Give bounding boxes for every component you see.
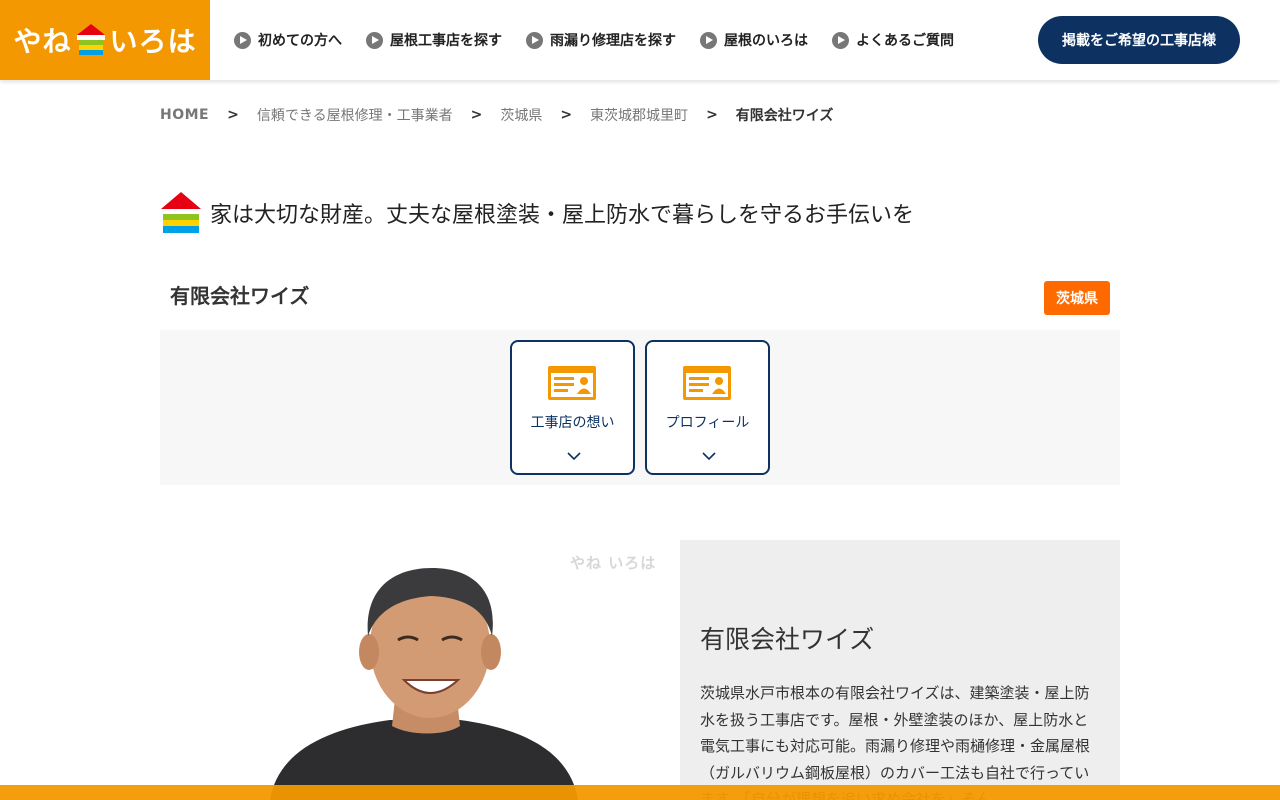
breadcrumb-separator: >	[560, 107, 573, 123]
tab-profile[interactable]: プロフィール	[645, 340, 770, 475]
play-circle-icon	[366, 31, 383, 49]
nav-label: 屋根工事店を探す	[390, 33, 502, 49]
section-tab-panel: 工事店の想い プロフィール	[160, 330, 1120, 485]
nav-label: 雨漏り修理店を探す	[550, 33, 676, 49]
tab-label: プロフィール	[665, 415, 750, 431]
play-circle-icon	[832, 31, 849, 49]
nav-label: よくあるご質問	[856, 33, 954, 49]
owner-photo: やね いろは	[160, 540, 680, 800]
house-icon	[161, 192, 201, 233]
chevron-down-icon	[567, 452, 581, 461]
play-circle-icon	[700, 31, 717, 49]
nav-item-beginners[interactable]: 初めての方へ	[234, 30, 342, 50]
house-logo-icon	[76, 24, 105, 55]
play-circle-icon	[234, 31, 251, 49]
nav-item-find-roofer[interactable]: 屋根工事店を探す	[366, 30, 502, 50]
site-logo[interactable]: やね いろは	[0, 0, 210, 80]
bottom-accent-bar	[0, 785, 1280, 800]
intro-description: 茨城県水戸市根本の有限会社ワイズは、建築塗装・屋上防水を扱う工事店です。屋根・外…	[700, 684, 1091, 800]
nav-label: 屋根のいろは	[724, 33, 808, 49]
site-header: やね いろは 初めての方へ 屋根工事店を探す 雨漏り修理店を探す 屋根のいろは	[0, 0, 1280, 80]
profile-card-icon	[683, 366, 731, 400]
breadcrumb-trusted-roofers[interactable]: 信頼できる屋根修理・工事業者	[257, 105, 453, 125]
listing-request-button[interactable]: 掲載をご希望の工事店様	[1038, 16, 1240, 64]
prefecture-badge: 茨城県	[1044, 281, 1110, 315]
breadcrumb-home[interactable]: HOME	[160, 107, 209, 123]
logo-text-left: やね	[13, 25, 72, 58]
main-nav: 初めての方へ 屋根工事店を探す 雨漏り修理店を探す 屋根のいろは よくあるご質問	[234, 0, 954, 80]
play-circle-icon	[526, 31, 543, 49]
company-name: 有限会社ワイズ	[170, 284, 310, 308]
profile-card-icon	[548, 366, 596, 400]
nav-item-roof-basics[interactable]: 屋根のいろは	[700, 30, 808, 50]
company-tagline: 家は大切な財産。丈夫な屋根塗装・屋上防水で暮らしを守るお手伝いを	[160, 191, 914, 235]
breadcrumb-town[interactable]: 東茨城郡城里町	[590, 105, 688, 125]
nav-item-faq[interactable]: よくあるご質問	[832, 30, 954, 50]
breadcrumb-separator: >	[706, 107, 718, 123]
nav-item-find-leak-repair[interactable]: 雨漏り修理店を探す	[526, 30, 676, 50]
tab-craftsman-thoughts[interactable]: 工事店の想い	[510, 340, 635, 475]
chevron-down-icon	[702, 452, 716, 461]
intro-title: 有限会社ワイズ	[700, 625, 875, 654]
company-intro-box: 有限会社ワイズ 茨城県水戸市根本の有限会社ワイズは、建築塗装・屋上防水を扱う工事…	[680, 540, 1120, 800]
breadcrumb: HOME > 信頼できる屋根修理・工事業者 > 茨城県 > 東茨城郡城里町 > …	[160, 105, 833, 125]
breadcrumb-separator: >	[227, 107, 239, 123]
breadcrumb-prefecture[interactable]: 茨城県	[500, 105, 542, 125]
tagline-text: 家は大切な財産。丈夫な屋根塗装・屋上防水で暮らしを守るお手伝いを	[210, 203, 915, 228]
breadcrumb-current: 有限会社ワイズ	[735, 108, 834, 124]
breadcrumb-separator: >	[470, 107, 483, 123]
nav-label: 初めての方へ	[258, 33, 342, 49]
logo-text-right: いろは	[109, 25, 197, 58]
owner-portrait	[270, 568, 578, 800]
tab-label: 工事店の想い	[530, 415, 615, 431]
